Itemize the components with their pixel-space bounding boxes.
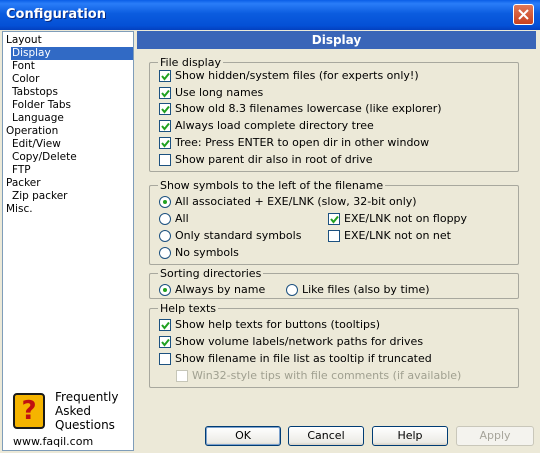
checkmark-icon bbox=[161, 122, 170, 131]
configuration-window: Configuration Layout Display Font Color … bbox=[0, 0, 540, 453]
checkmark-icon bbox=[330, 215, 339, 224]
tree-item-layout[interactable]: Layout bbox=[6, 34, 42, 47]
cancel-button[interactable]: Cancel bbox=[288, 426, 364, 446]
checkbox-tooltips[interactable] bbox=[159, 319, 171, 331]
tree-item-operation[interactable]: Operation bbox=[6, 125, 58, 138]
radio-always-by-name[interactable] bbox=[159, 284, 171, 296]
question-mark-icon: ? bbox=[13, 393, 45, 429]
checkbox-filename-tooltip[interactable] bbox=[159, 353, 171, 365]
title-bar[interactable]: Configuration bbox=[0, 0, 540, 30]
file-display-legend: File display bbox=[160, 56, 221, 69]
checkbox-show-hidden[interactable] bbox=[159, 70, 171, 82]
checkmark-icon bbox=[161, 89, 170, 98]
help-texts-legend: Help texts bbox=[160, 302, 217, 315]
tree-item-display[interactable]: Display bbox=[11, 47, 133, 60]
tree-item-folder-tabs[interactable]: Folder Tabs bbox=[12, 99, 71, 112]
checkbox-parent-dir[interactable] bbox=[159, 154, 171, 166]
tree-item-edit-view[interactable]: Edit/View bbox=[12, 138, 61, 151]
window-title: Configuration bbox=[6, 7, 106, 22]
tree-item-language[interactable]: Language bbox=[12, 112, 64, 125]
checkmark-icon bbox=[161, 321, 170, 330]
radio-no-symbols[interactable] bbox=[159, 247, 171, 259]
category-tree[interactable]: Layout Display Font Color Tabstops Folde… bbox=[2, 31, 134, 451]
checkbox-long-names[interactable] bbox=[159, 87, 171, 99]
radio-dot bbox=[163, 288, 167, 292]
checkbox-83-lowercase[interactable] bbox=[159, 103, 171, 115]
logo-text: Frequently Asked Questions bbox=[55, 390, 119, 432]
sorting-legend: Sorting directories bbox=[160, 267, 262, 280]
tree-item-color[interactable]: Color bbox=[12, 73, 39, 86]
radio-all[interactable] bbox=[159, 213, 171, 225]
help-button[interactable]: Help bbox=[372, 426, 448, 446]
apply-button: Apply bbox=[456, 426, 534, 446]
checkbox-win32-tips bbox=[176, 370, 188, 382]
tree-item-copy-delete[interactable]: Copy/Delete bbox=[12, 151, 77, 164]
close-button[interactable] bbox=[513, 4, 534, 25]
tree-item-tabstops[interactable]: Tabstops bbox=[12, 86, 58, 99]
close-icon bbox=[518, 9, 529, 20]
tree-item-packer[interactable]: Packer bbox=[6, 177, 41, 190]
checkmark-icon bbox=[161, 105, 170, 114]
tree-item-font[interactable]: Font bbox=[12, 60, 35, 73]
ok-button[interactable]: OK bbox=[205, 426, 281, 446]
radio-like-files[interactable] bbox=[286, 284, 298, 296]
radio-dot bbox=[163, 200, 167, 204]
checkbox-not-on-floppy[interactable] bbox=[328, 213, 340, 225]
checkbox-volume-labels[interactable] bbox=[159, 336, 171, 348]
tree-item-ftp[interactable]: FTP bbox=[12, 164, 31, 177]
logo-url: www.faqil.com bbox=[13, 435, 94, 448]
tree-item-misc[interactable]: Misc. bbox=[6, 203, 33, 216]
checkmark-icon bbox=[161, 139, 170, 148]
radio-standard-symbols[interactable] bbox=[159, 230, 171, 242]
checkbox-load-tree[interactable] bbox=[159, 120, 171, 132]
symbols-legend: Show symbols to the left of the filename bbox=[160, 179, 384, 192]
panel-title: Display bbox=[137, 31, 536, 49]
checkmark-icon bbox=[161, 72, 170, 81]
faq-logo: ? Frequently Asked Questions www.faqil.c… bbox=[9, 387, 129, 451]
checkbox-tree-enter[interactable] bbox=[159, 137, 171, 149]
radio-all-associated[interactable] bbox=[159, 196, 171, 208]
checkbox-not-on-net[interactable] bbox=[328, 230, 340, 242]
tree-item-zip-packer[interactable]: Zip packer bbox=[12, 190, 67, 203]
checkmark-icon bbox=[161, 338, 170, 347]
